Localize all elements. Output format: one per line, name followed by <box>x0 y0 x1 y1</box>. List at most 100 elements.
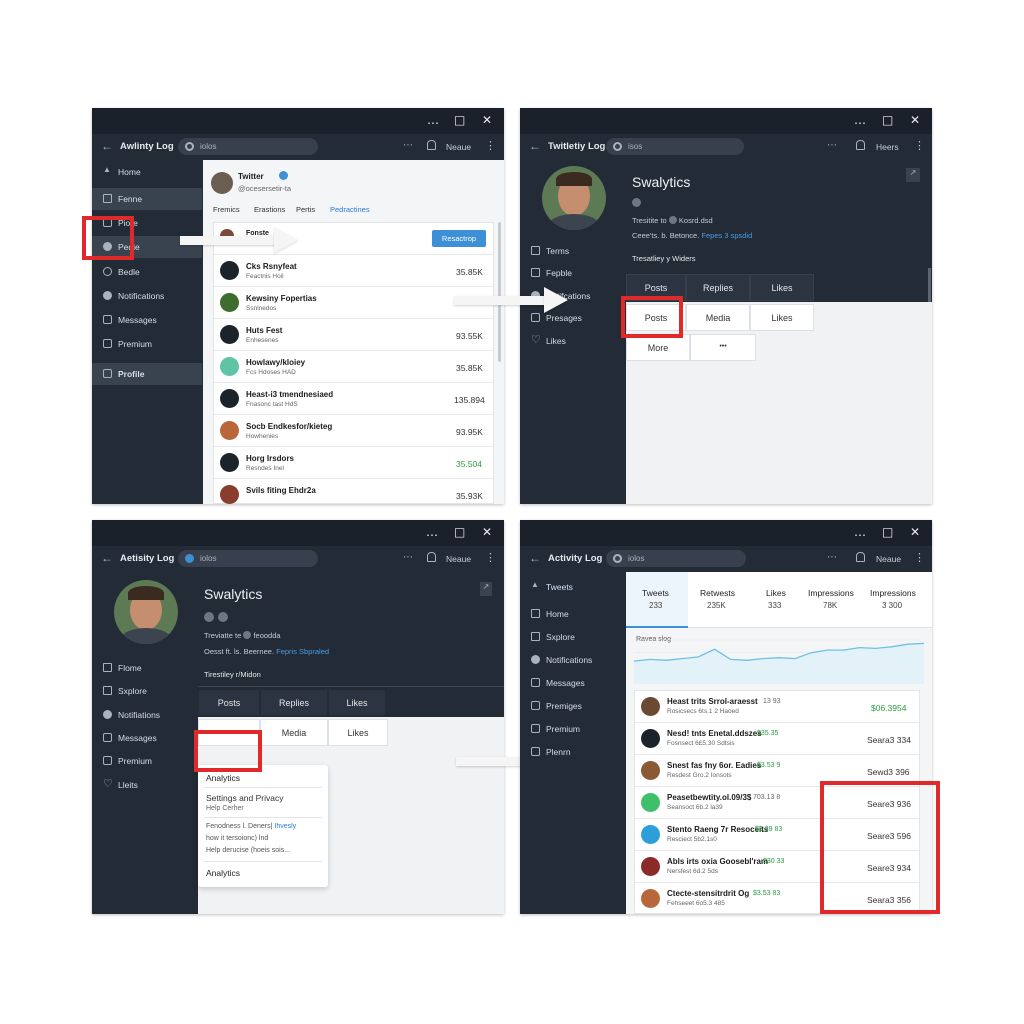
sidebar-item-notifications[interactable]: Notifications <box>92 285 202 307</box>
search-input[interactable]: iolos <box>606 550 746 567</box>
tab-replies[interactable]: Replies <box>686 274 750 301</box>
tab-pertis[interactable]: Pertis <box>296 205 315 214</box>
list-item[interactable]: Heast-i3 tmendnesiaed Fnasonc tast HdS 1… <box>214 383 493 415</box>
sidebar-item-tweets[interactable]: Tweets <box>520 576 626 598</box>
close-icon[interactable]: ✕ <box>910 525 920 539</box>
sidebar-item-profile[interactable]: Profile <box>92 363 202 385</box>
sidebar-item-premium[interactable]: Premium <box>92 333 202 355</box>
tab-replies[interactable]: Replies <box>260 689 328 716</box>
more-icon[interactable]: ⋯ <box>403 552 414 563</box>
sidebar-item-sxplore[interactable]: Sxplore <box>92 680 198 702</box>
more-button[interactable]: More <box>626 334 690 361</box>
stat-likes[interactable]: Likes 333 <box>752 572 804 628</box>
sidebar-item-premium[interactable]: Premium <box>92 750 198 772</box>
sidebar-item-fenne[interactable]: Fenne <box>92 188 202 210</box>
sidebar-item-flome[interactable]: Flome <box>92 657 198 679</box>
stat-impressions[interactable]: Impressions 78K <box>804 572 866 628</box>
bell-icon[interactable] <box>856 552 865 562</box>
menu-item-settings[interactable]: Settings and Privacy <box>206 793 283 803</box>
maximize-icon[interactable]: □ <box>454 525 465 539</box>
badge-icon <box>204 612 214 622</box>
list-item[interactable]: Howlawy/kloiey Fcs Hdoses HAD 35.85K <box>214 351 493 383</box>
menu-item-text[interactable]: Fenodness l. Deners| Ihvesly <box>206 823 296 830</box>
bell-icon[interactable] <box>856 140 865 150</box>
bell-icon[interactable] <box>427 140 436 150</box>
sidebar-item-premium[interactable]: Premium <box>520 718 626 740</box>
minimize-icon[interactable]: … <box>854 113 866 127</box>
menu-item-analytics[interactable]: Analytics <box>206 868 240 878</box>
more-icon[interactable]: ⋯ <box>403 140 414 151</box>
close-icon[interactable]: ✕ <box>910 113 920 127</box>
maximize-icon[interactable]: □ <box>882 113 893 127</box>
close-icon[interactable]: ✕ <box>482 113 492 127</box>
media-button[interactable]: Media <box>260 719 328 746</box>
search-input[interactable]: isos <box>606 138 744 155</box>
scrollbar[interactable] <box>498 222 501 362</box>
media-button[interactable]: Media <box>686 304 750 331</box>
bell-icon[interactable] <box>427 552 436 562</box>
sidebar-item-home[interactable]: Home <box>92 161 202 183</box>
list-item[interactable]: Kewsiny Fopertias Ssnlnedos <box>214 287 493 319</box>
back-arrow-icon[interactable]: ← <box>101 551 113 565</box>
tab-fremics[interactable]: Fremics <box>213 205 240 214</box>
sidebar-item-premiges[interactable]: Premiges <box>520 695 626 717</box>
menu-item-help[interactable]: Help Cerher <box>206 805 244 812</box>
more-icon[interactable]: ⋯ <box>827 140 838 151</box>
sidebar-item-presages[interactable]: Presages <box>520 307 626 329</box>
minimize-icon[interactable]: … <box>427 113 439 127</box>
sidebar-item-messages[interactable]: Messages <box>520 672 626 694</box>
sidebar-item-bedle[interactable]: Bedle <box>92 261 202 283</box>
close-icon[interactable]: ✕ <box>482 525 492 539</box>
step-arrow <box>180 236 276 245</box>
sidebar-item-notifiations[interactable]: Notifiations <box>92 704 198 726</box>
list-item[interactable]: Horg Irsdors Resndes Inel 35.504 <box>214 447 493 479</box>
sidebar-item-fepble[interactable]: Fepble <box>520 262 626 284</box>
more-options-button[interactable]: ••• <box>690 334 756 361</box>
list-item[interactable]: Cks Rsnyfeat Feactnis Hoil 35.85K <box>214 255 493 287</box>
scrollbar[interactable] <box>928 268 931 302</box>
menu-title[interactable]: Analytics <box>206 773 240 783</box>
tab-posts[interactable]: Posts <box>198 689 260 716</box>
tab-erastions[interactable]: Erastions <box>254 205 285 214</box>
sidebar-item-terms[interactable]: Terms <box>520 240 626 262</box>
sidebar-item-messages[interactable]: Messages <box>92 727 198 749</box>
sidebar-item-messages[interactable]: Messages <box>92 309 202 331</box>
stat-tweets[interactable]: Tweets 233 <box>626 572 688 628</box>
list-item[interactable]: Svils fiting Ehdr2a 35.93K <box>214 479 493 504</box>
back-arrow-icon[interactable]: ← <box>529 139 541 153</box>
sidebar-item-notifications[interactable]: Notifications <box>520 649 626 671</box>
more-icon[interactable]: ⋯ <box>827 552 838 563</box>
minimize-icon[interactable]: … <box>854 525 866 539</box>
likes-button[interactable]: Likes <box>328 719 388 746</box>
table-row[interactable]: Nesd! tnts Enetal.ddszes $35.35 Fosnsect… <box>635 723 919 755</box>
sidebar-item-sxplore[interactable]: Sxplore <box>520 626 626 648</box>
collapse-icon[interactable]: ↗ <box>906 168 920 182</box>
tab-likes[interactable]: Likes <box>328 689 386 716</box>
search-input[interactable]: iolos <box>178 550 318 567</box>
stat-impressions-2[interactable]: Impressions 3 300 <box>866 572 932 628</box>
table-row[interactable]: Heast trits Srrol-araesst 13 93 Rosicsec… <box>635 691 919 723</box>
list-item[interactable]: Socb Endkesfor/kieteg Howhenies 93.95K <box>214 415 493 447</box>
account-name: Twitter <box>238 172 264 181</box>
sidebar-item-home[interactable]: Home <box>520 603 626 625</box>
search-input[interactable]: iolos <box>178 138 318 155</box>
tab-pedractines[interactable]: Pedractines <box>330 205 370 214</box>
list-item[interactable]: Huts Fest Enhesenes 93.55K <box>214 319 493 351</box>
account-handle: @ocesersetir-ta <box>238 184 292 193</box>
tab-likes[interactable]: Likes <box>750 274 814 301</box>
kebab-menu-icon[interactable]: ⋮ <box>485 139 496 152</box>
back-arrow-icon[interactable]: ← <box>529 551 541 565</box>
minimize-icon[interactable]: … <box>426 525 438 539</box>
likes-button[interactable]: Likes <box>750 304 814 331</box>
kebab-menu-icon[interactable]: ⋮ <box>914 551 925 564</box>
sidebar-item-plenrn[interactable]: Plenrn <box>520 741 626 763</box>
collapse-icon[interactable]: ↗ <box>480 582 492 596</box>
sidebar-item-likes[interactable]: ♡ Likes <box>520 330 626 352</box>
maximize-icon[interactable]: □ <box>882 525 893 539</box>
kebab-menu-icon[interactable]: ⋮ <box>485 551 496 564</box>
maximize-icon[interactable]: □ <box>454 113 465 127</box>
sidebar-item-lleits[interactable]: ♡ Lleits <box>92 774 198 796</box>
stat-retweets[interactable]: Retwests 235K <box>688 572 752 628</box>
kebab-menu-icon[interactable]: ⋮ <box>914 139 925 152</box>
back-arrow-icon[interactable]: ← <box>101 139 113 153</box>
